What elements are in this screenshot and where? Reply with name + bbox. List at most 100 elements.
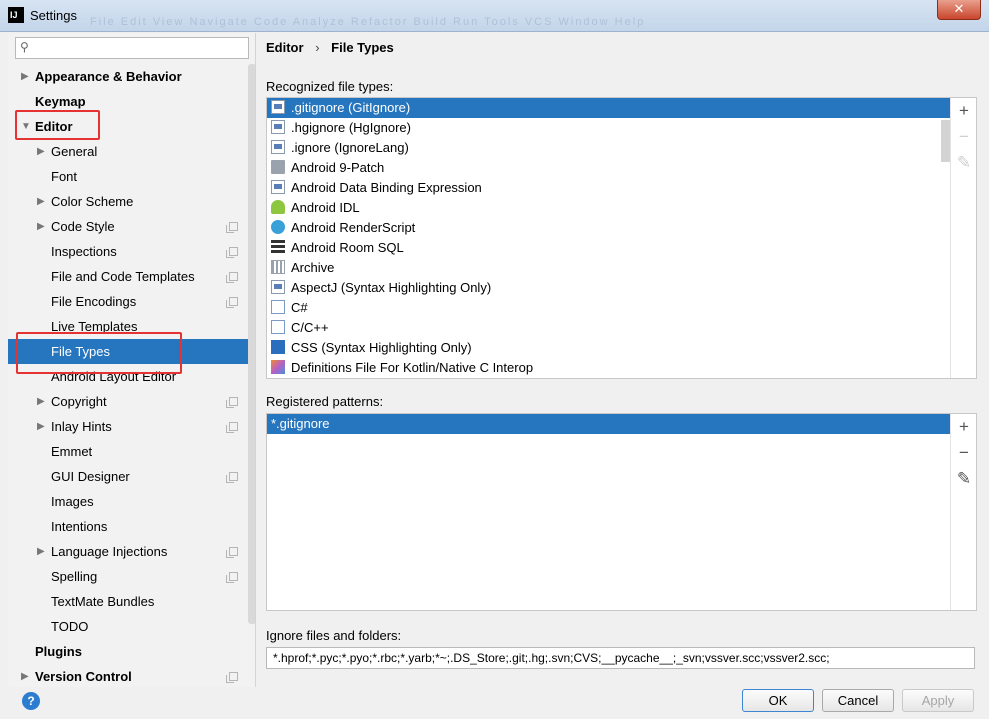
sidebar-item-todo[interactable]: TODO	[8, 614, 255, 639]
file-type-row[interactable]: AspectJ (Syntax Highlighting Only)	[267, 278, 950, 298]
sidebar-item-intentions[interactable]: Intentions	[8, 514, 255, 539]
pattern-row[interactable]: *.gitignore	[267, 414, 950, 434]
file-type-label: CSS (Syntax Highlighting Only)	[291, 340, 472, 355]
breadcrumb-separator: ›	[315, 40, 320, 55]
file-type-label: Android 9-Patch	[291, 160, 385, 175]
file-type-row[interactable]: Android Room SQL	[267, 238, 950, 258]
sidebar-item-font[interactable]: Font	[8, 164, 255, 189]
file-type-label: Android RenderScript	[291, 220, 416, 235]
sidebar-item-language-injections[interactable]: ▶ Language Injections	[8, 539, 255, 564]
file-type-label: .ignore (IgnoreLang)	[291, 140, 409, 155]
file-type-row[interactable]: Definitions File For Kotlin/Native C Int…	[267, 358, 950, 378]
file-type-row[interactable]: .gitignore (GitIgnore)	[267, 98, 950, 118]
breadcrumb-current: File Types	[331, 40, 394, 55]
sidebar-item-label: Appearance & Behavior	[35, 69, 182, 84]
edit-file-type-button[interactable]: ✎	[954, 153, 974, 173]
chevron-right-icon[interactable]: ▶	[37, 414, 45, 439]
sidebar-item-version-control[interactable]: ▶ Version Control	[8, 664, 255, 687]
sidebar-item-spelling[interactable]: Spelling	[8, 564, 255, 589]
sidebar-item-label: Copyright	[51, 394, 107, 409]
apply-button[interactable]: Apply	[902, 689, 974, 712]
doc-file-icon	[271, 280, 285, 294]
sidebar-item-copyright[interactable]: ▶ Copyright	[8, 389, 255, 414]
remove-file-type-button[interactable]: −	[954, 127, 974, 147]
c-file-icon	[271, 300, 285, 314]
search-box[interactable]: ⚲	[15, 37, 249, 59]
sidebar-item-emmet[interactable]: Emmet	[8, 439, 255, 464]
chevron-right-icon[interactable]: ▶	[37, 389, 45, 414]
sidebar-item-label: Plugins	[35, 644, 82, 659]
help-button[interactable]: ?	[22, 692, 40, 710]
doc-file-icon	[271, 120, 285, 134]
android-file-icon	[271, 200, 285, 214]
c-file-icon	[271, 320, 285, 334]
project-scope-icon	[226, 572, 238, 583]
sidebar-item-label: Emmet	[51, 444, 93, 459]
file-type-row[interactable]: Android Data Binding Expression	[267, 178, 950, 198]
sidebar-item-gui-designer[interactable]: GUI Designer	[8, 464, 255, 489]
file-type-row[interactable]: Android IDL	[267, 198, 950, 218]
chevron-right-icon[interactable]: ▶	[21, 64, 29, 89]
sidebar-item-label: Version Control	[35, 669, 132, 684]
file-type-row[interactable]: C/C++	[267, 318, 950, 338]
sidebar-item-plugins[interactable]: Plugins	[8, 639, 255, 664]
registered-patterns-label: Registered patterns:	[266, 394, 384, 409]
recognized-file-types-list: .gitignore (GitIgnore) .hgignore (HgIgnor…	[266, 97, 977, 379]
chevron-right-icon[interactable]: ▶	[37, 139, 45, 164]
chevron-right-icon[interactable]: ▶	[37, 189, 45, 214]
sidebar-item-file-and-code-templates[interactable]: File and Code Templates	[8, 264, 255, 289]
sidebar-item-appearance-behavior[interactable]: ▶ Appearance & Behavior	[8, 64, 255, 89]
search-icon: ⚲	[20, 40, 29, 54]
sidebar-item-code-style[interactable]: ▶ Code Style	[8, 214, 255, 239]
file-type-label: Android Data Binding Expression	[291, 180, 482, 195]
file-type-label: .hgignore (HgIgnore)	[291, 120, 411, 135]
add-pattern-button[interactable]: +	[954, 417, 974, 437]
sidebar-item-file-encodings[interactable]: File Encodings	[8, 289, 255, 314]
file-type-row[interactable]: Android 9-Patch	[267, 158, 950, 178]
sidebar-item-images[interactable]: Images	[8, 489, 255, 514]
highlight-file-types	[16, 332, 182, 374]
file-type-row[interactable]: Archive	[267, 258, 950, 278]
chevron-right-icon[interactable]: ▶	[37, 539, 45, 564]
file-type-row[interactable]: .ignore (IgnoreLang)	[267, 138, 950, 158]
edit-pattern-button[interactable]: ✎	[954, 469, 974, 489]
file-type-row[interactable]: .hgignore (HgIgnore)	[267, 118, 950, 138]
sidebar-item-label: Font	[51, 169, 78, 184]
close-button[interactable]: ✕	[937, 0, 981, 20]
sidebar-item-inspections[interactable]: Inspections	[8, 239, 255, 264]
ignore-files-field[interactable]: *.hprof;*.pyc;*.pyo;*.rbc;*.yarb;*~;.DS_…	[266, 647, 975, 669]
sql-file-icon	[271, 240, 285, 254]
sidebar-item-label: GUI Designer	[51, 469, 130, 484]
sidebar-scrollbar[interactable]	[248, 64, 255, 624]
doc-file-icon	[271, 140, 285, 154]
sidebar-item-label: General	[51, 144, 98, 159]
sidebar-item-label: Inspections	[51, 244, 117, 259]
sidebar-item-label: Inlay Hints	[51, 419, 112, 434]
chevron-right-icon[interactable]: ▶	[37, 214, 45, 239]
recognized-list-scrollbar[interactable]	[941, 120, 950, 162]
registered-patterns-list: *.gitignore + − ✎	[266, 413, 977, 611]
sidebar-item-inlay-hints[interactable]: ▶ Inlay Hints	[8, 414, 255, 439]
sidebar-item-label: File and Code Templates	[51, 269, 195, 284]
cancel-button[interactable]: Cancel	[822, 689, 894, 712]
kotlin-file-icon	[271, 360, 285, 374]
file-type-row[interactable]: C#	[267, 298, 950, 318]
file-type-row[interactable]: Android RenderScript	[267, 218, 950, 238]
sidebar-item-label: File Encodings	[51, 294, 137, 309]
project-scope-icon	[226, 397, 238, 408]
file-type-label: C/C++	[291, 320, 329, 335]
add-file-type-button[interactable]: +	[954, 101, 974, 121]
project-scope-icon	[226, 297, 238, 308]
sidebar-item-general[interactable]: ▶ General	[8, 139, 255, 164]
chevron-right-icon[interactable]: ▶	[21, 664, 29, 687]
ok-button[interactable]: OK	[742, 689, 814, 712]
sidebar-item-color-scheme[interactable]: ▶ Color Scheme	[8, 189, 255, 214]
search-input[interactable]	[38, 38, 246, 58]
sidebar-item-textmate-bundles[interactable]: TextMate Bundles	[8, 589, 255, 614]
folder-file-icon	[271, 160, 285, 174]
file-type-row[interactable]: CSS (Syntax Highlighting Only)	[267, 338, 950, 358]
settings-tree: ▶ Appearance & Behavior Keymap ▼ Editor ▶ Gene…	[8, 64, 255, 687]
remove-pattern-button[interactable]: −	[954, 443, 974, 463]
window-title: Settings	[30, 8, 77, 23]
file-type-label: .gitignore (GitIgnore)	[291, 100, 411, 115]
